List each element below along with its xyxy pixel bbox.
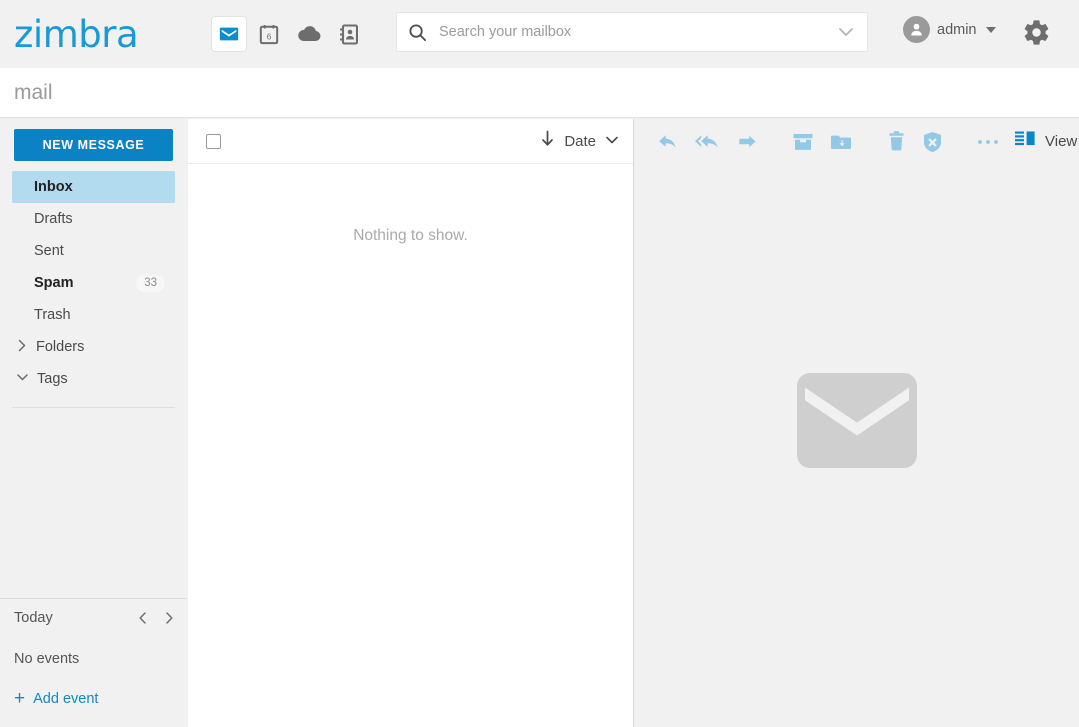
search-bar[interactable] bbox=[396, 12, 868, 52]
sidebar-divider bbox=[12, 407, 175, 408]
folder-label: Trash bbox=[34, 307, 71, 323]
sidebar-item-inbox[interactable]: Inbox bbox=[12, 171, 175, 203]
plus-icon: + bbox=[14, 688, 26, 709]
add-event-button[interactable]: + Add event bbox=[0, 667, 187, 708]
sidebar-item-trash[interactable]: Trash bbox=[12, 299, 175, 331]
tree-label: Folders bbox=[36, 339, 85, 355]
empty-list-message: Nothing to show. bbox=[353, 227, 468, 244]
view-label: View bbox=[1045, 133, 1078, 150]
page-title-bar: mail bbox=[0, 68, 1079, 118]
move-folder-icon[interactable] bbox=[830, 132, 853, 152]
folder-label: Drafts bbox=[34, 211, 73, 227]
sidebar-item-drafts[interactable]: Drafts bbox=[12, 203, 175, 235]
contacts-app-icon[interactable] bbox=[332, 17, 366, 51]
app-switcher: 6 bbox=[212, 17, 366, 51]
chevron-right-icon[interactable] bbox=[163, 611, 175, 625]
folder-label: Inbox bbox=[34, 179, 73, 195]
message-list-toolbar: Date bbox=[188, 119, 633, 164]
reading-pane-toolbar: View bbox=[635, 119, 1079, 164]
sidebar-item-spam[interactable]: Spam 33 bbox=[12, 267, 175, 299]
mail-app-icon[interactable] bbox=[212, 17, 247, 51]
search-input[interactable] bbox=[439, 24, 838, 40]
reply-icon[interactable] bbox=[657, 132, 679, 151]
chevron-right-icon bbox=[16, 339, 28, 356]
sidebar: NEW MESSAGE Inbox Drafts Sent Spam 33 Tr… bbox=[0, 119, 187, 597]
search-icon bbox=[408, 23, 427, 42]
view-selector[interactable]: View bbox=[1015, 131, 1079, 153]
sort-control[interactable]: Date bbox=[540, 130, 619, 152]
new-message-button[interactable]: NEW MESSAGE bbox=[14, 129, 173, 161]
envelope-icon bbox=[797, 373, 917, 473]
account-menu[interactable]: admin bbox=[903, 16, 996, 43]
view-layout-icon bbox=[1015, 131, 1037, 153]
folder-label: Sent bbox=[34, 243, 64, 259]
sidebar-item-tags[interactable]: Tags bbox=[12, 363, 175, 395]
calendar-nav bbox=[137, 611, 175, 625]
calendar-day-number: 6 bbox=[267, 32, 272, 41]
top-header: zimbra 6 Search your mailbox admin bbox=[0, 0, 1079, 68]
archive-icon[interactable] bbox=[792, 132, 814, 152]
briefcase-app-icon[interactable] bbox=[292, 17, 326, 51]
chevron-down-icon[interactable] bbox=[605, 132, 619, 150]
chevron-down-icon bbox=[16, 371, 29, 387]
message-list-pane: Date Nothing to show. bbox=[188, 119, 634, 727]
more-icon[interactable] bbox=[977, 138, 999, 146]
search-chevron-down-icon[interactable] bbox=[838, 27, 854, 37]
mini-calendar-panel: Today No events + Add event bbox=[0, 598, 187, 727]
delete-icon[interactable] bbox=[887, 131, 906, 152]
reading-pane: View bbox=[635, 119, 1079, 727]
page-title: mail bbox=[14, 80, 53, 104]
reply-all-icon[interactable] bbox=[695, 132, 721, 151]
gear-icon[interactable] bbox=[1022, 18, 1051, 52]
folder-list: Inbox Drafts Sent Spam 33 Trash Folders … bbox=[0, 171, 187, 408]
zimbra-logo[interactable]: zimbra bbox=[14, 16, 139, 53]
account-chevron-down-icon bbox=[985, 26, 996, 33]
unread-count-badge: 33 bbox=[136, 274, 165, 292]
forward-icon[interactable] bbox=[737, 133, 758, 150]
add-event-label: Add event bbox=[33, 690, 99, 707]
calendar-header: Today bbox=[0, 599, 187, 637]
empty-reading-pane-placeholder bbox=[635, 119, 1079, 727]
account-name: admin bbox=[937, 21, 977, 38]
spam-icon[interactable] bbox=[922, 131, 943, 153]
select-all-checkbox[interactable] bbox=[206, 133, 221, 149]
sort-field-label: Date bbox=[564, 132, 596, 150]
sidebar-item-sent[interactable]: Sent bbox=[12, 235, 175, 267]
chevron-left-icon[interactable] bbox=[137, 611, 149, 625]
calendar-app-icon[interactable]: 6 bbox=[252, 17, 286, 51]
sidebar-item-folders[interactable]: Folders bbox=[12, 331, 175, 363]
calendar-today-label: Today bbox=[14, 610, 53, 626]
folder-label: Spam bbox=[34, 275, 74, 291]
tree-label: Tags bbox=[37, 371, 68, 387]
sort-direction-down-icon[interactable] bbox=[540, 130, 555, 152]
calendar-empty-text: No events bbox=[14, 651, 80, 667]
avatar bbox=[903, 16, 930, 43]
